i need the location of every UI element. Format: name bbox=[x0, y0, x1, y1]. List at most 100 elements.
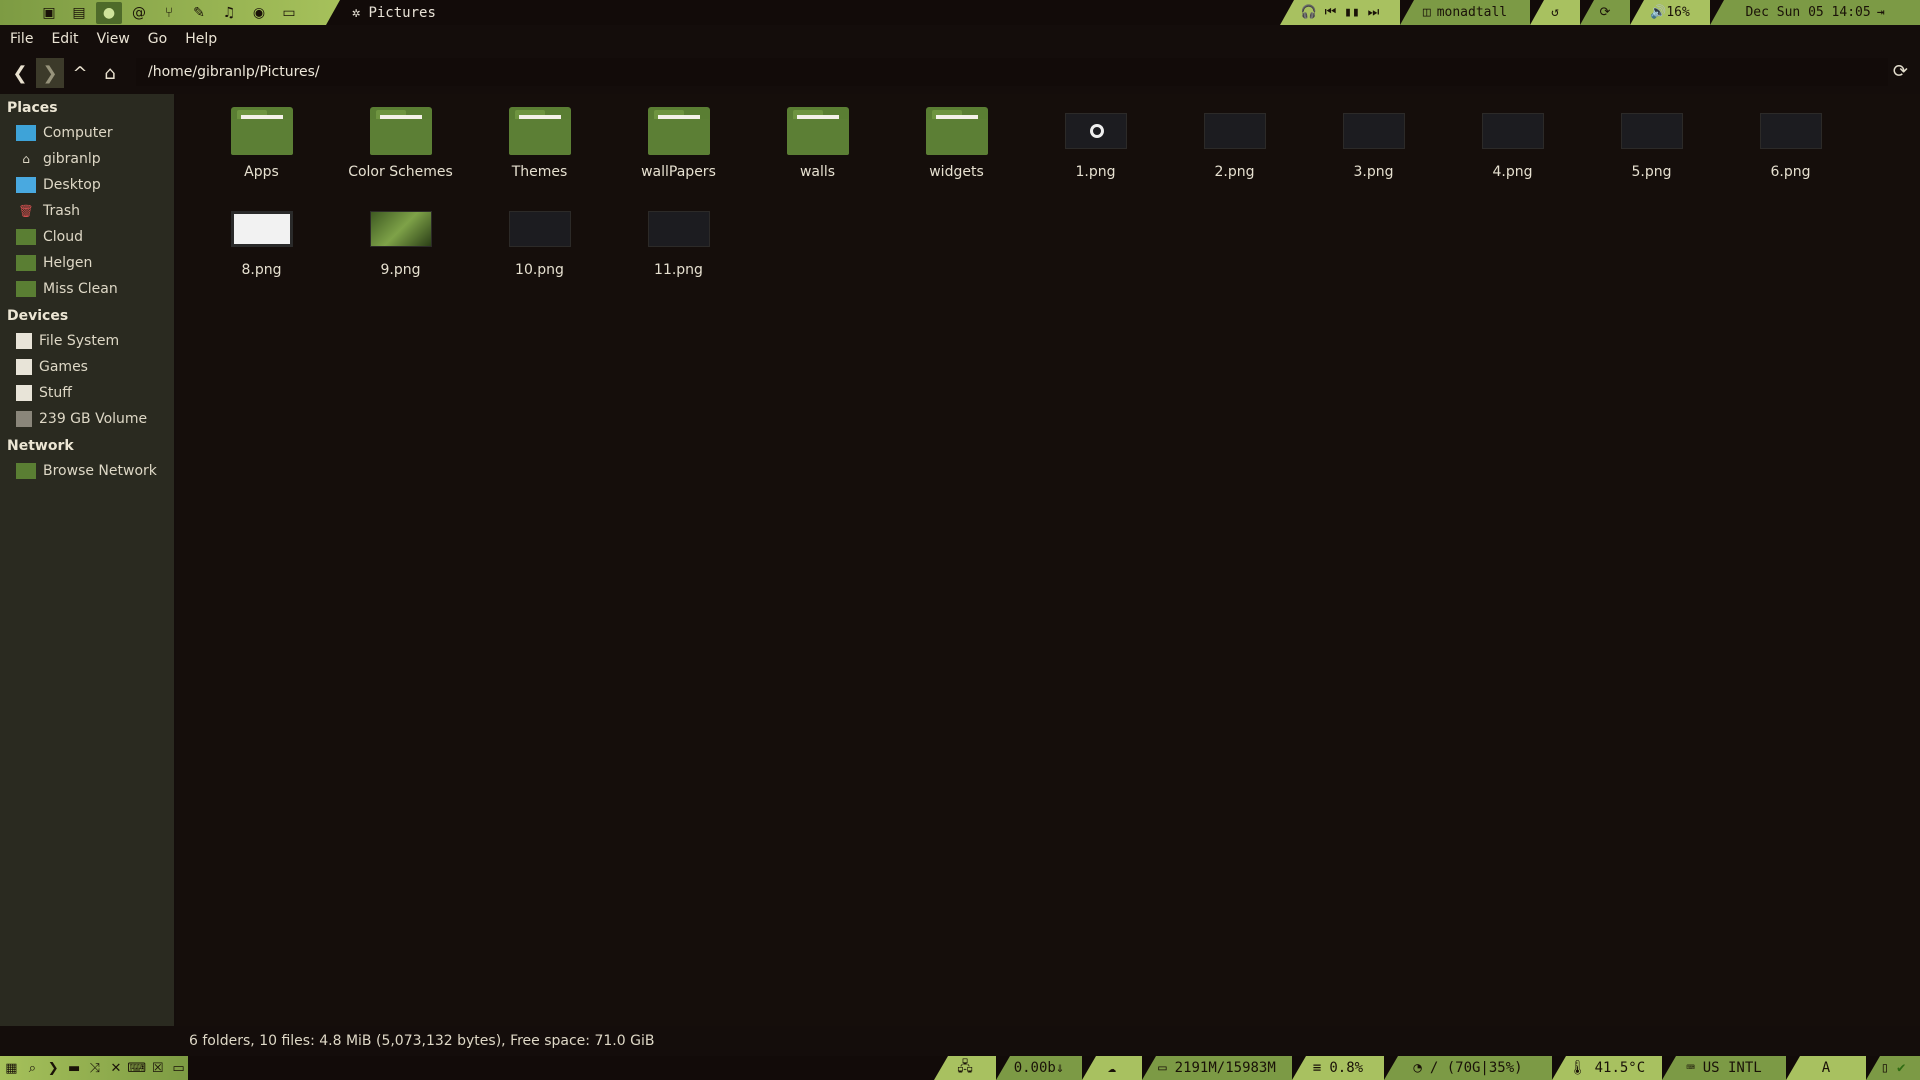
sidebar-item-home[interactable]: ⌂ gibranlp bbox=[0, 146, 174, 172]
home-icon: ⌂ bbox=[22, 152, 30, 166]
menu-go[interactable]: Go bbox=[148, 31, 167, 47]
monitor-icon[interactable]: ▭ bbox=[276, 2, 302, 24]
image-thumbnail bbox=[1064, 113, 1127, 149]
status-text: 6 folders, 10 files: 4.8 MiB (5,073,132 … bbox=[189, 1033, 655, 1049]
updates-widget[interactable]: ⟳ bbox=[1580, 0, 1630, 25]
kb-letter: A bbox=[1821, 1060, 1831, 1076]
sidebar-item-computer[interactable]: Computer bbox=[0, 120, 174, 146]
location-bar[interactable]: /home/gibranlp/Pictures/ bbox=[136, 58, 1888, 86]
image-item[interactable]: 6.png bbox=[1721, 104, 1860, 182]
git-icon[interactable]: ⑂ bbox=[156, 2, 182, 24]
image-item[interactable]: 1.png bbox=[1026, 104, 1165, 182]
image-item[interactable]: 9.png bbox=[331, 202, 470, 280]
refresh-icon: ⟳ bbox=[1599, 5, 1611, 20]
sidebar-item-games[interactable]: Games bbox=[0, 354, 174, 380]
folder-item[interactable]: Themes bbox=[470, 104, 609, 182]
memory-icon: ▭ bbox=[1158, 1060, 1167, 1076]
folder-item[interactable]: wallPapers bbox=[609, 104, 748, 182]
image-item[interactable]: 8.png bbox=[192, 202, 331, 280]
window-icon[interactable]: ▭ bbox=[169, 1058, 188, 1078]
network-widget[interactable]: 🖧 bbox=[934, 1056, 996, 1080]
back-button[interactable]: ❮ bbox=[6, 58, 34, 88]
layout-indicator[interactable]: ◫ monadtall bbox=[1400, 0, 1530, 25]
weather-widget[interactable]: ☁ bbox=[1082, 1056, 1142, 1080]
at-icon[interactable]: @ bbox=[126, 2, 152, 24]
sidebar-item-label: File System bbox=[39, 333, 120, 349]
logout-icon[interactable]: ⇥ bbox=[1877, 5, 1885, 20]
folder-icon bbox=[16, 281, 36, 297]
volume-widget[interactable]: 🔊16% bbox=[1630, 0, 1710, 25]
folder-icon bbox=[230, 107, 293, 155]
drive-icon bbox=[16, 411, 32, 427]
chat-icon[interactable]: ● bbox=[96, 2, 122, 24]
brush-icon[interactable]: ✎ bbox=[186, 2, 212, 24]
history-icon: ↺ bbox=[1551, 5, 1559, 20]
sidebar-item-cloud[interactable]: Cloud bbox=[0, 224, 174, 250]
sidebar-item-file-system[interactable]: File System bbox=[0, 328, 174, 354]
image-item[interactable]: 10.png bbox=[470, 202, 609, 280]
image-item[interactable]: 2.png bbox=[1165, 104, 1304, 182]
sidebar-item-label: Cloud bbox=[43, 229, 83, 245]
image-thumbnail bbox=[647, 211, 710, 247]
image-item[interactable]: 5.png bbox=[1582, 104, 1721, 182]
reload-icon[interactable]: ⟳ bbox=[1893, 61, 1908, 82]
sidebar-item-label: Desktop bbox=[43, 177, 101, 193]
tools-icon[interactable]: ✕ bbox=[106, 1058, 125, 1078]
thermometer-icon: 🌡 bbox=[1568, 1060, 1587, 1076]
history-widget[interactable]: ↺ bbox=[1530, 0, 1580, 25]
image-thumbnail bbox=[369, 211, 432, 247]
image-item[interactable]: 11.png bbox=[609, 202, 748, 280]
file-label: Color Schemes bbox=[348, 164, 453, 180]
image-item[interactable]: 4.png bbox=[1443, 104, 1582, 182]
grid-icon[interactable]: ▦ bbox=[2, 1058, 21, 1078]
folder-icon bbox=[925, 107, 988, 155]
keyboard-icon[interactable]: ⌨ bbox=[127, 1058, 146, 1078]
headphones-icon[interactable]: ♫ bbox=[216, 2, 242, 24]
clock-widget: Dec Sun 05 14:05 ⇥ bbox=[1710, 0, 1920, 25]
shuffle-icon[interactable]: ⤨ bbox=[86, 1058, 105, 1078]
file-label: Themes bbox=[511, 164, 568, 180]
up-button[interactable]: ^ bbox=[66, 58, 94, 88]
file-view[interactable]: Apps Color Schemes Themes wallPapers wal… bbox=[176, 94, 1920, 1026]
menu-edit[interactable]: Edit bbox=[51, 31, 78, 47]
sidebar-item-stuff[interactable]: Stuff bbox=[0, 380, 174, 406]
search-icon[interactable]: ⌕ bbox=[23, 1058, 42, 1078]
devices-heading: Devices bbox=[7, 308, 69, 324]
close-window-icon[interactable]: ☒ bbox=[148, 1058, 167, 1078]
launcher-group: ▣ ▤ ● @ ⑂ ✎ ♫ ◉ ▭ bbox=[0, 0, 340, 25]
sidebar-item-volume[interactable]: 239 GB Volume bbox=[0, 406, 174, 432]
file-label: 8.png bbox=[241, 262, 282, 278]
folder-icon[interactable]: ▬ bbox=[65, 1058, 84, 1078]
sidebar-item-miss-clean[interactable]: Miss Clean bbox=[0, 276, 174, 302]
menu-file[interactable]: File bbox=[10, 31, 33, 47]
media-controls[interactable]: 🎧 ⏮ ▮▮ ⏭ bbox=[1280, 0, 1400, 25]
file-label: 6.png bbox=[1770, 164, 1811, 180]
image-thumbnail bbox=[1759, 113, 1822, 149]
image-item[interactable]: 3.png bbox=[1304, 104, 1443, 182]
sidebar-item-trash[interactable]: 🗑 Trash bbox=[0, 198, 174, 224]
folder-item[interactable]: walls bbox=[748, 104, 887, 182]
volume-text: 🔊16% bbox=[1650, 5, 1690, 20]
keyboard-layout-widget[interactable]: ⌨ US INTL bbox=[1662, 1056, 1786, 1080]
menu-help[interactable]: Help bbox=[185, 31, 217, 47]
sidebar-item-browse-network[interactable]: Browse Network bbox=[0, 458, 174, 484]
folder-item[interactable]: widgets bbox=[887, 104, 1026, 182]
network-heading: Network bbox=[7, 438, 74, 454]
places-heading: Places bbox=[7, 100, 58, 116]
disk-widget: ◔ / (70G|35%) bbox=[1384, 1056, 1552, 1080]
file-label: 3.png bbox=[1353, 164, 1394, 180]
tray[interactable]: ▯ ✔ bbox=[1866, 1056, 1920, 1080]
forward-button[interactable]: ❯ bbox=[36, 58, 64, 88]
menu-bar: File Edit View Go Help bbox=[0, 25, 1920, 52]
terminal-icon[interactable]: ▣ bbox=[36, 2, 62, 24]
sidebar-item-helgen[interactable]: Helgen bbox=[0, 250, 174, 276]
home-button[interactable]: ⌂ bbox=[96, 58, 124, 88]
folder-item[interactable]: Apps bbox=[192, 104, 331, 182]
prompt-icon[interactable]: ❯ bbox=[44, 1058, 63, 1078]
file-label: walls bbox=[799, 164, 836, 180]
folder-item[interactable]: Color Schemes bbox=[331, 104, 470, 182]
spotify-icon[interactable]: ◉ bbox=[246, 2, 272, 24]
menu-view[interactable]: View bbox=[97, 31, 130, 47]
sidebar-item-desktop[interactable]: Desktop bbox=[0, 172, 174, 198]
files-icon[interactable]: ▤ bbox=[66, 2, 92, 24]
